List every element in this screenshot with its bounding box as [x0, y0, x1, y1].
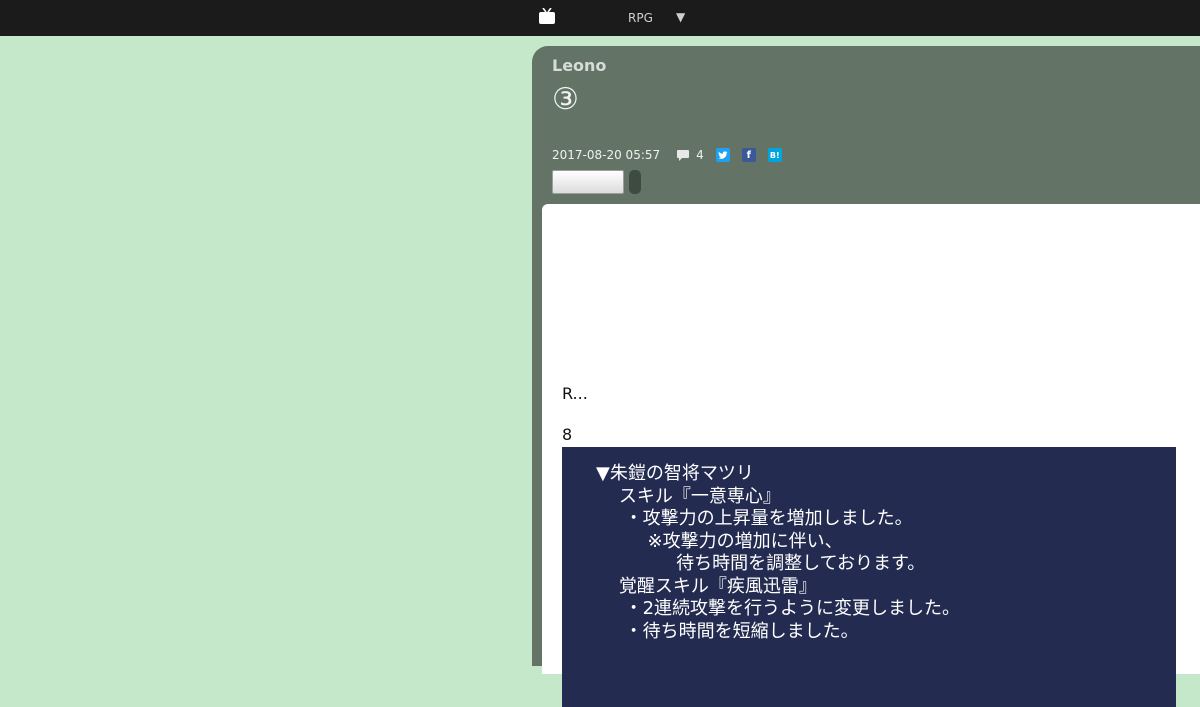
tag-button[interactable] [552, 170, 624, 194]
notice-line: ※攻撃力の増加に伴い、 [596, 530, 843, 552]
tv-icon[interactable] [538, 8, 556, 26]
twitter-bird-icon [718, 151, 728, 159]
post-date: 2017-08-20 05:57 [552, 148, 661, 162]
twitter-share-icon[interactable] [715, 148, 730, 162]
facebook-share-icon[interactable]: f [741, 148, 756, 162]
comment-count[interactable]: 4 [696, 148, 704, 162]
article-meta: 2017-08-20 05:57 4 f B! [552, 146, 782, 164]
notice-line: スキル『一意専心』 [596, 485, 781, 507]
nav-category-link[interactable]: RPG [628, 11, 653, 25]
article-title: ③ [552, 82, 579, 117]
chevron-down-icon[interactable]: ▼ [676, 10, 685, 24]
notice-line: ・2連続攻撃を行うように変更しました。 [596, 598, 961, 619]
author-name[interactable]: Leono [552, 56, 606, 75]
notice-line: 覚醒スキル『疾風迅雷』 [596, 575, 817, 597]
tag-pill[interactable] [629, 170, 641, 194]
comment-icon[interactable] [676, 148, 690, 162]
article-excerpt: R... [562, 384, 588, 403]
article-body: R... 8 ▼朱鎧の智将マツリ スキル『一意専心』 ・攻撃力の上昇量を増加しま… [542, 204, 1200, 707]
update-notice-image: ▼朱鎧の智将マツリ スキル『一意専心』 ・攻撃力の上昇量を増加しました。 ※攻撃… [562, 447, 1176, 707]
notice-line: 待ち時間を調整しております。 [596, 553, 926, 574]
notice-line: ▼朱鎧の智将マツリ [596, 463, 754, 484]
notice-line: ・待ち時間を短縮しました。 [596, 620, 859, 642]
notice-line: ・攻撃力の上昇量を増加しました。 [596, 508, 913, 529]
hatena-bookmark-icon[interactable]: B! [767, 148, 782, 162]
article-number: 8 [562, 425, 573, 444]
top-navbar: RPG ▼ [0, 0, 1200, 36]
